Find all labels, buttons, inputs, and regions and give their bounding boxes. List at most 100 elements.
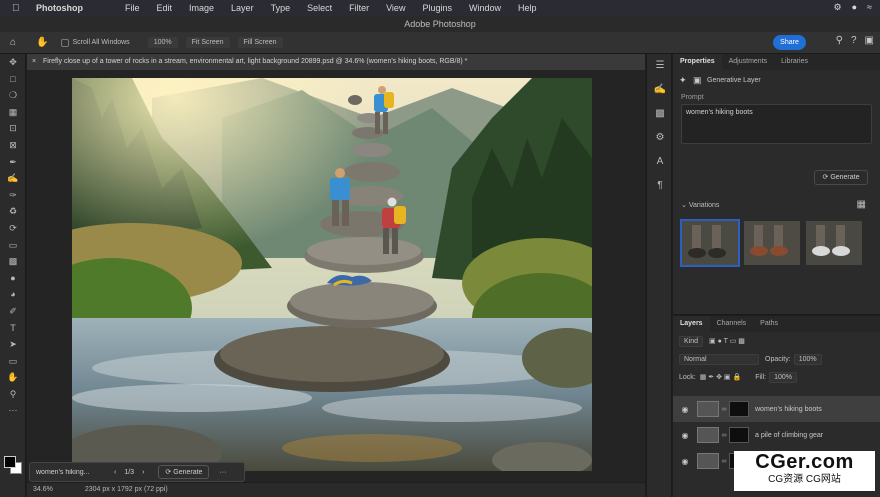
- marquee-tool-icon[interactable]: □: [0, 71, 26, 88]
- layer-mask-thumbnail[interactable]: [729, 427, 749, 443]
- menu-file[interactable]: File: [125, 3, 140, 13]
- brush-tool-icon[interactable]: ✑: [0, 187, 26, 204]
- history-icon[interactable]: ☰: [647, 54, 673, 78]
- link-icon: ∞: [721, 457, 727, 465]
- rock-tower-artwork: [72, 78, 592, 471]
- eraser-tool-icon[interactable]: ▭: [0, 237, 26, 254]
- menu-plugins[interactable]: Plugins: [422, 3, 452, 13]
- menu-select[interactable]: Select: [307, 3, 332, 13]
- variation-thumbnail[interactable]: [744, 221, 800, 265]
- workspace-icon[interactable]: ▣: [865, 35, 874, 46]
- tab-layers[interactable]: Layers: [673, 316, 710, 332]
- tab-adjustments[interactable]: Adjustments: [722, 54, 775, 70]
- menu-edit[interactable]: Edit: [157, 3, 173, 13]
- generate-icon: ⟳: [165, 469, 172, 476]
- siri-icon[interactable]: ●: [852, 2, 857, 13]
- grid-view-icon[interactable]: ▦: [857, 199, 866, 210]
- previous-variation-icon[interactable]: ‹: [114, 469, 116, 476]
- search-icon[interactable]: ⚲: [836, 35, 843, 46]
- opacity-input[interactable]: 100%: [793, 353, 822, 365]
- zoom-100-button[interactable]: 100%: [147, 37, 178, 48]
- apple-icon[interactable]: : [12, 3, 26, 14]
- top-right-icons: ⚲ ? ▣: [836, 35, 874, 46]
- menu-window[interactable]: Window: [469, 3, 501, 13]
- type-tool-icon[interactable]: T: [0, 320, 26, 337]
- document-canvas-image[interactable]: [72, 78, 592, 471]
- prompt-input[interactable]: women's hiking boots: [681, 104, 872, 144]
- fill-input[interactable]: 100%: [769, 371, 797, 383]
- menu-image[interactable]: Image: [189, 3, 214, 13]
- more-tools-icon[interactable]: ···: [0, 402, 26, 419]
- visibility-eye-icon[interactable]: ◉: [677, 405, 693, 414]
- variation-thumbnail[interactable]: [806, 221, 862, 265]
- layer-row[interactable]: ◉ ∞ women's hiking boots: [673, 396, 880, 422]
- tab-paths[interactable]: Paths: [753, 316, 785, 332]
- generate-button[interactable]: ⟳ Generate: [158, 465, 210, 479]
- healing-brush-tool-icon[interactable]: ✍: [0, 170, 26, 187]
- lock-icons[interactable]: ▦ ✒ ✥ ▣ 🔒: [700, 373, 741, 381]
- frame-tool-icon[interactable]: ⊠: [0, 137, 26, 154]
- gradient-tool-icon[interactable]: ▩: [0, 253, 26, 270]
- share-button[interactable]: Share: [773, 35, 806, 50]
- more-options-icon[interactable]: ···: [219, 469, 226, 476]
- crop-tool-icon[interactable]: ⊡: [0, 120, 26, 137]
- filter-icons[interactable]: ▣ ● T ▭ ▩: [709, 337, 745, 345]
- menu-help[interactable]: Help: [518, 3, 537, 13]
- kind-filter-select[interactable]: Kind: [679, 335, 704, 347]
- visibility-eye-icon[interactable]: ◉: [677, 431, 693, 440]
- layer-mask-thumbnail[interactable]: [729, 401, 749, 417]
- variation-thumbnail[interactable]: [680, 219, 740, 267]
- watermark-sub-text: CG资源 CG网站: [768, 474, 841, 485]
- hand-tool-icon[interactable]: ✋: [0, 369, 26, 386]
- chevron-down-icon[interactable]: ⌄: [681, 202, 687, 209]
- zoom-level[interactable]: 34.6%: [33, 486, 53, 493]
- mac-menubar:  Photoshop File Edit Image Layer Type S…: [0, 0, 880, 16]
- lasso-tool-icon[interactable]: ❍: [0, 87, 26, 104]
- path-selection-tool-icon[interactable]: ➤: [0, 336, 26, 353]
- canvas-area[interactable]: [27, 70, 645, 482]
- zoom-tool-icon[interactable]: ⚲: [0, 386, 26, 403]
- eyedropper-tool-icon[interactable]: ✒: [0, 154, 26, 171]
- hand-tool-icon[interactable]: ✋: [36, 37, 48, 48]
- tab-libraries[interactable]: Libraries: [774, 54, 815, 70]
- tab-channels[interactable]: Channels: [710, 316, 754, 332]
- scroll-all-windows-checkbox[interactable]: [60, 38, 69, 47]
- control-center-icon[interactable]: ⚙: [834, 2, 842, 13]
- blend-mode-select[interactable]: Normal: [679, 353, 759, 365]
- fill-screen-button[interactable]: Fill Screen: [237, 37, 283, 48]
- link-icon: ∞: [721, 431, 727, 439]
- shape-tool-icon[interactable]: ▭: [0, 353, 26, 370]
- generative-prompt-field[interactable]: women's hiking...: [36, 469, 106, 476]
- visibility-eye-icon[interactable]: ◉: [677, 457, 693, 466]
- menu-type[interactable]: Type: [271, 3, 291, 13]
- menu-layer[interactable]: Layer: [231, 3, 254, 13]
- pen-tool-icon[interactable]: ✐: [0, 303, 26, 320]
- move-tool-icon[interactable]: ✥: [0, 54, 26, 71]
- home-icon[interactable]: ⌂: [10, 37, 16, 48]
- history-brush-tool-icon[interactable]: ⟳: [0, 220, 26, 237]
- swatches-icon[interactable]: ▩: [647, 102, 673, 126]
- properties-generate-button[interactable]: ⟳ Generate: [814, 170, 868, 185]
- foreground-color-swatch[interactable]: [4, 456, 16, 468]
- close-icon[interactable]: ×: [32, 54, 36, 70]
- help-icon[interactable]: ?: [851, 35, 857, 46]
- next-variation-icon[interactable]: ›: [142, 469, 144, 476]
- variation-3-image: [806, 221, 862, 265]
- document-tab[interactable]: × Firefly close up of a tower of rocks i…: [27, 54, 645, 70]
- paragraph-icon[interactable]: ¶: [647, 174, 673, 198]
- layer-row[interactable]: ◉ ∞ a pile of climbing gear: [673, 422, 880, 448]
- dodge-tool-icon[interactable]: ◕: [0, 286, 26, 303]
- tab-properties[interactable]: Properties: [673, 54, 722, 70]
- character-icon[interactable]: A: [647, 150, 673, 174]
- comments-icon[interactable]: ✍: [647, 78, 673, 102]
- menu-filter[interactable]: Filter: [349, 3, 369, 13]
- wifi-icon[interactable]: ≈: [867, 2, 872, 13]
- app-name-menu[interactable]: Photoshop: [36, 3, 83, 13]
- clone-stamp-tool-icon[interactable]: ♻: [0, 203, 26, 220]
- blur-tool-icon[interactable]: ●: [0, 270, 26, 287]
- link-icon: ∞: [721, 405, 727, 413]
- fit-screen-button[interactable]: Fit Screen: [185, 37, 230, 48]
- object-selection-tool-icon[interactable]: ▦: [0, 104, 26, 121]
- menu-view[interactable]: View: [386, 3, 405, 13]
- adjustments-icon[interactable]: ⚙: [647, 126, 673, 150]
